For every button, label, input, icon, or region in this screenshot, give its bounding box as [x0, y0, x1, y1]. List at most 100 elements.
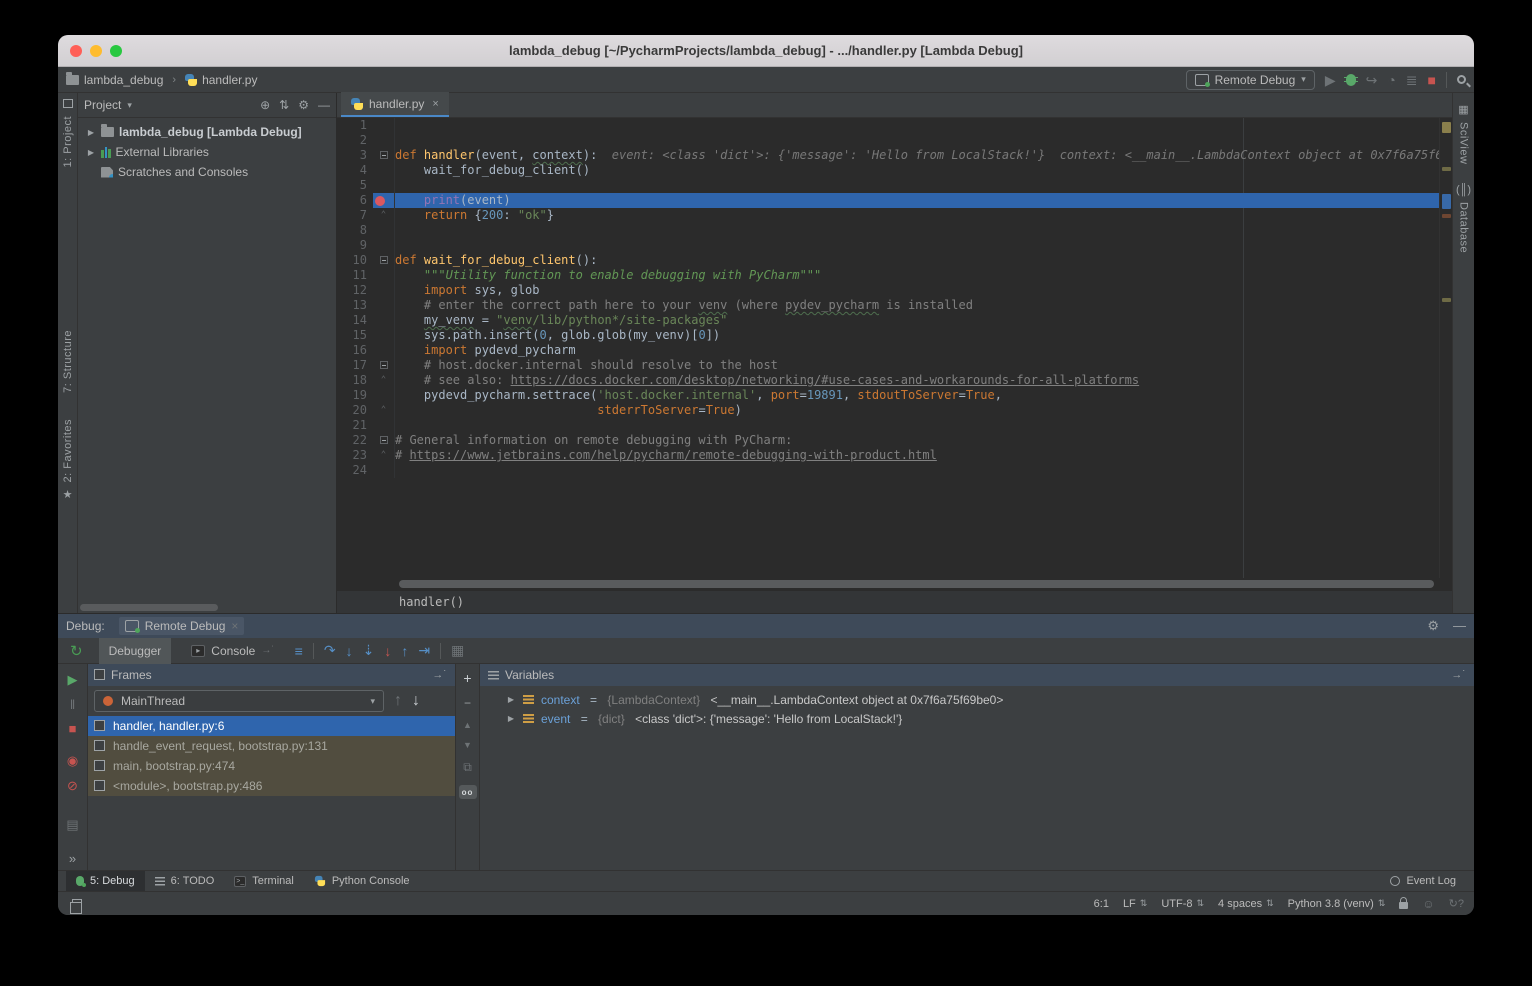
stop-icon[interactable]: ■	[69, 721, 77, 736]
status-segment[interactable]: LF⇅	[1123, 898, 1147, 910]
code-line[interactable]: 14 my_venv = "venv/lib/python*/site-pack…	[337, 313, 1452, 328]
restore-layout-icon[interactable]: ▤	[66, 817, 78, 833]
threads-view-icon[interactable]: ≡	[295, 643, 303, 659]
code-line[interactable]: 1	[337, 118, 1452, 133]
tab-handler-py[interactable]: handler.py ×	[341, 92, 449, 117]
variable-row[interactable]: ▶context = {LambdaContext} <__main__.Lam…	[480, 690, 1474, 709]
lock-icon[interactable]	[1399, 902, 1408, 909]
tool-button-structure[interactable]: 7: Structure	[62, 330, 74, 393]
run-config-selector[interactable]: Remote Debug ▾	[1186, 70, 1315, 90]
code-line[interactable]: 8	[337, 223, 1452, 238]
fold-marker[interactable]	[380, 151, 388, 159]
tree-item-project-root[interactable]: ▶ lambda_debug [Lambda Debug]	[78, 122, 336, 142]
move-down-icon[interactable]: ▼	[463, 740, 472, 750]
step-over-icon[interactable]: ↷	[324, 642, 336, 659]
tab-debugger[interactable]: Debugger	[99, 638, 172, 664]
status-segment[interactable]: 4 spaces⇅	[1218, 898, 1274, 910]
gear-icon[interactable]: ⚙	[1427, 618, 1439, 634]
debug-button[interactable]	[1346, 74, 1356, 86]
breadcrumb-project[interactable]: lambda_debug	[84, 73, 163, 87]
status-segment[interactable]: UTF-8⇅	[1161, 898, 1204, 910]
debug-session-tab[interactable]: Remote Debug ×	[119, 617, 245, 635]
stripe-mark[interactable]	[1442, 194, 1451, 209]
fold-marker[interactable]	[380, 436, 388, 444]
jump-to-source-icon[interactable]: →˙	[432, 669, 447, 681]
run-to-cursor-icon[interactable]: ⇥	[418, 642, 430, 659]
highlighting-level-icon[interactable]: ☺	[1422, 897, 1434, 911]
tree-item-external-libraries[interactable]: ▶ External Libraries	[78, 142, 336, 162]
code-line[interactable]: 6 print(event)	[337, 193, 1452, 208]
locate-file-icon[interactable]: ⊕	[260, 98, 270, 112]
step-out-icon[interactable]: ↑	[401, 643, 408, 659]
code-line[interactable]: 17 # host.docker.internal should resolve…	[337, 358, 1452, 373]
status-segment[interactable]: Python 3.8 (venv)⇅	[1288, 898, 1386, 910]
frame-item[interactable]: handle_event_request, bootstrap.py:131	[88, 736, 455, 756]
stripe-mark[interactable]	[1442, 298, 1451, 302]
code-line[interactable]: 13 # enter the correct path here to your…	[337, 298, 1452, 313]
tool-button-todo[interactable]: 6: TODO	[145, 871, 225, 892]
hidden-windows-icon[interactable]	[72, 899, 82, 909]
jump-to-source-icon[interactable]: →˙	[1451, 669, 1466, 681]
resume-program-icon[interactable]: ▶	[68, 672, 78, 688]
remove-watch-icon[interactable]: −	[464, 696, 471, 710]
tool-button-debug[interactable]: 5: Debug	[66, 871, 145, 892]
mute-breakpoints-icon[interactable]: ⊘	[67, 778, 78, 794]
tab-console[interactable]: ▸ Console →˙	[181, 638, 284, 664]
fold-marker[interactable]	[380, 361, 388, 369]
search-everywhere-icon[interactable]	[1457, 75, 1466, 84]
expand-arrow-icon[interactable]: ▶	[86, 128, 96, 137]
force-step-into-icon[interactable]: ⇣	[363, 642, 375, 659]
previous-frame-icon[interactable]: ↑	[394, 692, 402, 710]
expand-arrow-icon[interactable]: ▶	[86, 148, 96, 157]
code-line[interactable]: 21	[337, 418, 1452, 433]
fold-marker[interactable]: ⌃	[381, 210, 386, 220]
project-horizontal-scrollbar[interactable]	[80, 604, 218, 611]
code-line[interactable]: 23⌃# https://www.jetbrains.com/help/pych…	[337, 448, 1452, 463]
code-line[interactable]: 5	[337, 178, 1452, 193]
next-frame-icon[interactable]: ↓	[412, 692, 420, 710]
tool-button-favorites[interactable]: 2: Favorites	[62, 419, 74, 482]
frame-item[interactable]: main, bootstrap.py:474	[88, 756, 455, 776]
tool-button-database[interactable]: Database	[1458, 202, 1470, 253]
tool-button-project[interactable]: 1: Project	[62, 116, 74, 167]
editor-horizontal-scrollbar[interactable]	[337, 578, 1452, 590]
expand-arrow-icon[interactable]: ▶	[506, 714, 516, 723]
step-into-icon[interactable]: ↓	[346, 643, 353, 659]
fold-marker[interactable]: ⌃	[381, 450, 386, 460]
code-line[interactable]: 3def handler(event, context): event: <cl…	[337, 148, 1452, 163]
code-line[interactable]: 12 import sys, glob	[337, 283, 1452, 298]
fold-marker[interactable]: ⌃	[381, 375, 386, 385]
code-line[interactable]: 4 wait_for_debug_client()	[337, 163, 1452, 178]
stripe-mark[interactable]	[1442, 214, 1451, 218]
chevron-down-icon[interactable]: ▾	[127, 100, 132, 111]
code-line[interactable]: 16 import pydevd_pycharm	[337, 343, 1452, 358]
update-indicator-icon[interactable]: ↻?	[1449, 897, 1464, 910]
breadcrumb-file[interactable]: handler.py	[202, 73, 257, 87]
code-line[interactable]: 15 sys.path.insert(0, glob.glob(my_venv)…	[337, 328, 1452, 343]
project-panel-title[interactable]: Project	[84, 98, 121, 112]
hide-panel-icon[interactable]: —	[318, 98, 330, 112]
evaluate-expression-icon[interactable]: ▦	[451, 642, 464, 659]
move-up-icon[interactable]: ▲	[463, 720, 472, 730]
more-icon[interactable]: »	[69, 851, 76, 866]
code-line[interactable]: 20⌃ stderrToServer=True)	[337, 403, 1452, 418]
run-button[interactable]: ▶	[1325, 73, 1336, 87]
expand-arrow-icon[interactable]: ▶	[506, 695, 516, 704]
view-breakpoints-icon[interactable]: ◉	[67, 753, 78, 769]
pause-program-icon[interactable]: ‖	[70, 697, 75, 712]
code-line[interactable]: 18⌃ # see also: https://docs.docker.com/…	[337, 373, 1452, 388]
tool-button-event-log[interactable]: Event Log	[1380, 871, 1466, 892]
code-line[interactable]: 24	[337, 463, 1452, 478]
variable-row[interactable]: ▶event = {dict} <class 'dict'>: {'messag…	[480, 709, 1474, 728]
code-line[interactable]: 19 pydevd_pycharm.settrace('host.docker.…	[337, 388, 1452, 403]
code-line[interactable]: 11 """Utility function to enable debuggi…	[337, 268, 1452, 283]
step-into-my-code-icon[interactable]: ↓	[384, 643, 391, 659]
code-line[interactable]: 2	[337, 133, 1452, 148]
stop-button[interactable]: ■	[1428, 73, 1436, 87]
new-watch-icon[interactable]: +	[463, 670, 471, 686]
breakpoint-icon[interactable]	[375, 196, 385, 206]
close-icon[interactable]: ×	[432, 98, 438, 110]
code-line[interactable]: 7⌃ return {200: "ok"}	[337, 208, 1452, 223]
tool-button-terminal[interactable]: >_ Terminal	[224, 871, 304, 892]
tool-button-sciview[interactable]: SciView	[1458, 122, 1470, 164]
